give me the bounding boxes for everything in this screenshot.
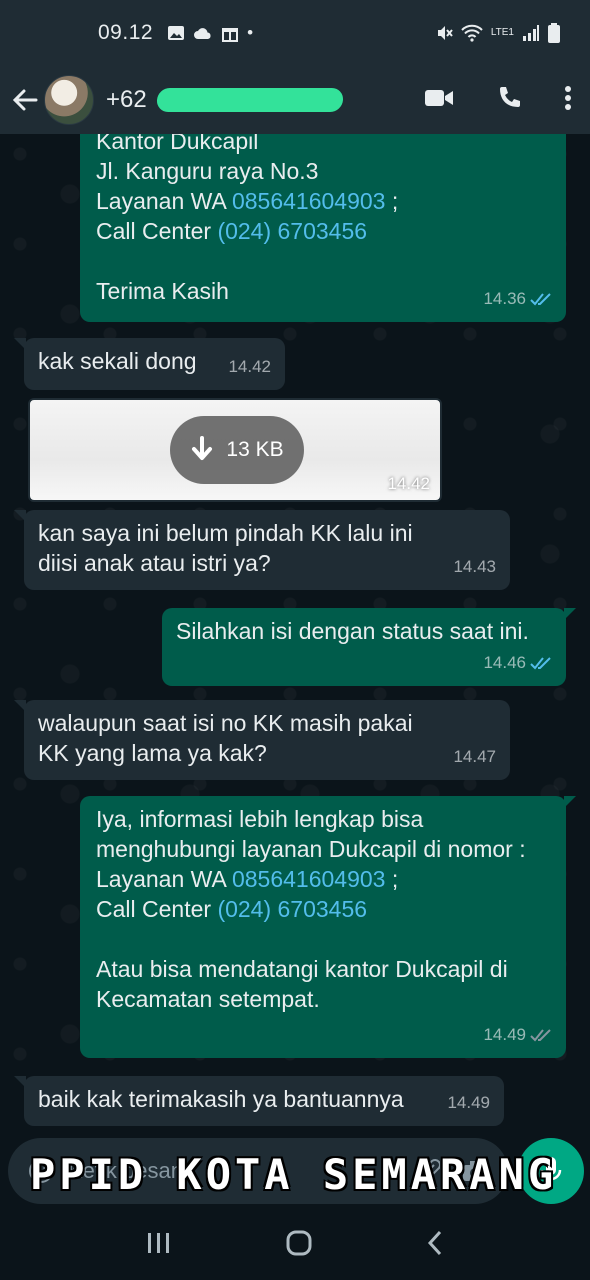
message-text: Atau bisa mendatangi kantor Dukcapil di … [96, 956, 508, 1012]
phone-icon [500, 86, 520, 107]
avatar[interactable] [44, 75, 94, 125]
contact-name[interactable]: +62 [106, 86, 344, 114]
message-text-line: Call Center (024) 6703456 [96, 896, 368, 922]
message-text: kak sekali dong [38, 348, 197, 374]
message-incoming[interactable]: baik kak terimakasih ya bantuannya 14.49 [14, 1076, 504, 1126]
more-vertical-icon [565, 85, 571, 110]
double-check-icon [530, 1029, 551, 1042]
message-outgoing[interactable]: Kantor Dukcapil Jl. Kanguru raya No.3 La… [80, 134, 566, 322]
message-text-line: Jl. Kanguru raya No.3 [96, 158, 319, 184]
phone-link[interactable]: (024) 6703456 [217, 218, 367, 244]
phone-link[interactable]: 085641604903 [232, 188, 386, 214]
double-check-icon [530, 293, 551, 306]
status-bar: 09.12 • LTE1 [0, 0, 590, 66]
gallery-icon [168, 26, 185, 40]
message-text-line: Kantor Dukcapil [96, 134, 259, 154]
home-button[interactable] [285, 1229, 313, 1262]
message-text-line: Layanan WA 085641604903 ; [96, 188, 399, 214]
wifi-icon [461, 24, 483, 42]
system-nav-bar [0, 1210, 590, 1280]
message-text: walaupun saat isi no KK masih pakai KK y… [38, 710, 413, 766]
message-outgoing[interactable]: Silahkan isi dengan status saat ini. 14.… [162, 608, 576, 686]
message-time: 14.36 [483, 289, 526, 308]
message-text: kan saya ini belum pindah KK lalu ini di… [38, 520, 413, 576]
download-arrow-icon [192, 436, 213, 460]
lte-label: LTE1 [490, 27, 514, 38]
chevron-left-icon [427, 1230, 441, 1255]
phone-link[interactable]: (024) 6703456 [217, 896, 367, 922]
chat-header: +62 [0, 66, 590, 134]
message-time: 14.46 [483, 653, 526, 672]
dot-icon: • [247, 23, 254, 42]
message-time: 14.43 [453, 557, 496, 576]
signal-icon [523, 25, 539, 41]
document-message[interactable]: 13 KB 14.42 [28, 398, 442, 502]
message-incoming[interactable]: kan saya ini belum pindah KK lalu ini di… [14, 510, 510, 590]
mute-icon [437, 26, 453, 40]
home-icon [286, 1230, 312, 1255]
arrow-left-icon [12, 89, 38, 111]
video-call-button[interactable] [424, 87, 454, 114]
message-meta: 14.49 [483, 1020, 552, 1050]
message-text: Silahkan isi dengan status saat ini. [176, 618, 529, 644]
status-time: 09.12 [98, 21, 154, 44]
system-icons: LTE1 [435, 23, 560, 43]
message-incoming[interactable]: walaupun saat isi no KK masih pakai KK y… [14, 700, 510, 780]
notification-icons: • [167, 23, 253, 43]
contact-phone-prefix: +62 [106, 86, 147, 113]
message-time: 14.47 [453, 747, 496, 766]
double-check-icon [530, 657, 551, 670]
message-meta: 14.36 [483, 284, 552, 314]
message-time: 14.49 [447, 1093, 490, 1112]
watermark: PPID KOTA SEMARANG [30, 1150, 558, 1199]
cloud-icon [194, 28, 211, 39]
back-nav-button[interactable] [426, 1230, 444, 1261]
message-outgoing[interactable]: Iya, informasi lebih lengkap bisa menghu… [80, 796, 576, 1058]
gift-icon [222, 28, 239, 42]
message-time: 14.49 [483, 1025, 526, 1044]
message-text-line: Call Center (024) 6703456 [96, 218, 368, 244]
message-text-line: Layanan WA 085641604903 ; [96, 866, 399, 892]
redaction-mark [155, 88, 344, 112]
download-button[interactable]: 13 KB [170, 416, 304, 484]
message-time: 14.42 [387, 474, 430, 493]
file-size: 13 KB [226, 438, 284, 461]
message-time: 14.42 [228, 357, 271, 376]
voice-call-button[interactable] [496, 85, 522, 116]
message-incoming[interactable]: kak sekali dong 14.42 [14, 338, 285, 390]
more-options-button[interactable] [564, 85, 572, 116]
recent-apps-icon [148, 1232, 170, 1253]
recent-apps-button[interactable] [146, 1231, 172, 1260]
message-meta: 14.46 [483, 648, 552, 678]
back-button[interactable] [10, 85, 40, 115]
message-text: Iya, informasi lebih lengkap bisa menghu… [96, 806, 526, 862]
battery-icon [548, 23, 560, 43]
chat-area[interactable]: Kantor Dukcapil Jl. Kanguru raya No.3 La… [0, 134, 590, 1134]
message-text: baik kak terimakasih ya bantuannya [38, 1086, 404, 1112]
video-camera-icon [425, 89, 453, 106]
phone-link[interactable]: 085641604903 [232, 866, 386, 892]
